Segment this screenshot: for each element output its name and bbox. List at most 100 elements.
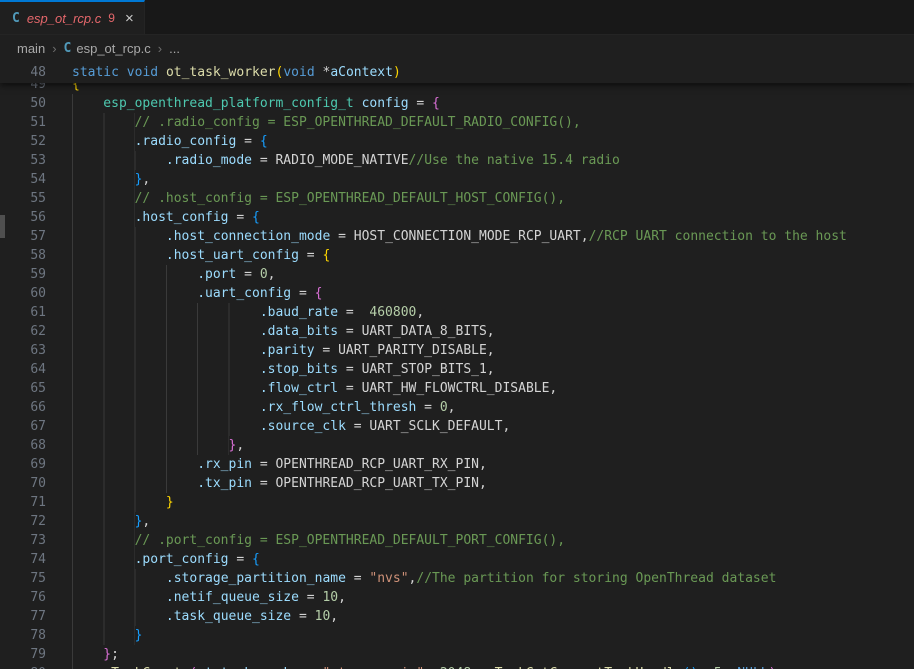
line-number[interactable]: 62 [0, 322, 46, 341]
left-sash-handle[interactable] [0, 215, 5, 238]
editor-code-area[interactable]: 48static void ot_task_worker(void *aCont… [0, 61, 914, 669]
line-number[interactable]: 48 [0, 63, 46, 82]
token [119, 63, 127, 82]
code-text: .port_config = { [72, 550, 260, 569]
code-line[interactable]: 53.radio_mode = RADIO_MODE_NATIVE//Use t… [0, 151, 914, 170]
line-number[interactable]: 69 [0, 455, 46, 474]
code-line[interactable]: 61.baud_rate = 460800, [0, 303, 914, 322]
indent-guides [72, 626, 135, 645]
line-number[interactable]: 73 [0, 531, 46, 550]
code-text: } [72, 626, 142, 645]
line-number[interactable]: 55 [0, 189, 46, 208]
line-number[interactable]: 57 [0, 227, 46, 246]
line-number[interactable]: 79 [0, 645, 46, 664]
token: .radio_mode [166, 151, 252, 170]
code-line[interactable]: 59.port = 0, [0, 265, 914, 284]
code-line[interactable]: 64.stop_bits = UART_STOP_BITS_1, [0, 360, 914, 379]
token: ; [776, 664, 784, 669]
line-number[interactable]: 52 [0, 132, 46, 151]
token: UART_DATA_8_BITS, [362, 322, 495, 341]
line-number[interactable]: 50 [0, 94, 46, 113]
breadcrumb-item-file[interactable]: C esp_ot_rcp.c [64, 41, 151, 56]
code-line[interactable]: 52.radio_config = { [0, 132, 914, 151]
line-number[interactable]: 71 [0, 493, 46, 512]
code-line[interactable]: 73// .port_config = ESP_OPENTHREAD_DEFAU… [0, 531, 914, 550]
tab-esp-ot-rcp[interactable]: C esp_ot_rcp.c 9 × [0, 0, 145, 34]
indent-guides [72, 474, 197, 493]
line-number[interactable]: 61 [0, 303, 46, 322]
token: = [315, 341, 338, 360]
token: //The partition for storing OpenThread d… [416, 569, 776, 588]
token: = [338, 360, 361, 379]
token: { [260, 132, 268, 151]
line-number[interactable]: 68 [0, 436, 46, 455]
line-number[interactable]: 67 [0, 417, 46, 436]
line-number[interactable]: 77 [0, 607, 46, 626]
token: } [135, 512, 143, 531]
code-line[interactable]: 71} [0, 493, 914, 512]
code-line[interactable]: 62.data_bits = UART_DATA_8_BITS, [0, 322, 914, 341]
line-number[interactable]: 59 [0, 265, 46, 284]
token: 10 [322, 588, 338, 607]
code-line[interactable]: 80xTaskCreate(ot_task_worker, "ot_rcp_ma… [0, 664, 914, 669]
token: ( [276, 63, 284, 82]
breadcrumb-item-symbol-ellipsis[interactable]: ... [169, 41, 180, 56]
code-line[interactable]: 65.flow_ctrl = UART_HW_FLOWCTRL_DISABLE, [0, 379, 914, 398]
line-number[interactable]: 63 [0, 341, 46, 360]
token: } [135, 626, 143, 645]
line-number[interactable]: 75 [0, 569, 46, 588]
line-number[interactable]: 70 [0, 474, 46, 493]
code-line[interactable]: 67.source_clk = UART_SCLK_DEFAULT, [0, 417, 914, 436]
token: , [698, 664, 714, 669]
sticky-scroll-line[interactable]: 48static void ot_task_worker(void *aCont… [0, 61, 914, 83]
line-number[interactable]: 56 [0, 208, 46, 227]
code-line[interactable]: 50esp_openthread_platform_config_t confi… [0, 94, 914, 113]
code-line[interactable]: 55// .host_config = ESP_OPENTHREAD_DEFAU… [0, 189, 914, 208]
code-line[interactable]: 66.rx_flow_ctrl_thresh = 0, [0, 398, 914, 417]
token: } [103, 645, 111, 664]
line-number[interactable]: 51 [0, 113, 46, 132]
line-number[interactable]: 58 [0, 246, 46, 265]
breadcrumb-item-main[interactable]: main [17, 41, 45, 56]
code-text: .uart_config = { [72, 284, 322, 303]
line-number[interactable]: 78 [0, 626, 46, 645]
code-line[interactable]: 75.storage_partition_name = "nvs",//The … [0, 569, 914, 588]
token: OPENTHREAD_RCP_UART_TX_PIN, [275, 474, 486, 493]
token: xTaskGetCurrentTaskHandle [487, 664, 683, 669]
code-line[interactable]: 56.host_config = { [0, 208, 914, 227]
code-line[interactable]: 48static void ot_task_worker(void *aCont… [0, 63, 914, 82]
line-number[interactable]: 54 [0, 170, 46, 189]
code-line[interactable]: 58.host_uart_config = { [0, 246, 914, 265]
editor-tab-bar: C esp_ot_rcp.c 9 × [0, 0, 914, 35]
token: config [362, 94, 409, 113]
line-number[interactable]: 72 [0, 512, 46, 531]
line-number[interactable]: 64 [0, 360, 46, 379]
code-line[interactable]: 77.task_queue_size = 10, [0, 607, 914, 626]
line-number[interactable]: 60 [0, 284, 46, 303]
code-lines[interactable]: 49{50esp_openthread_platform_config_t co… [0, 75, 914, 669]
code-line[interactable]: 57.host_connection_mode = HOST_CONNECTIO… [0, 227, 914, 246]
tab-close-icon[interactable]: × [125, 11, 134, 26]
line-number[interactable]: 80 [0, 664, 46, 669]
code-line[interactable]: 60 .uart_config = { [0, 284, 914, 303]
code-line[interactable]: 74 .port_config = { [0, 550, 914, 569]
line-number[interactable]: 66 [0, 398, 46, 417]
code-line[interactable]: 78} [0, 626, 914, 645]
code-line[interactable]: 76.netif_queue_size = 10, [0, 588, 914, 607]
code-line[interactable]: 68}, [0, 436, 914, 455]
code-text: .rx_pin = OPENTHREAD_RCP_UART_RX_PIN, [72, 455, 487, 474]
code-line[interactable]: 70.tx_pin = OPENTHREAD_RCP_UART_TX_PIN, [0, 474, 914, 493]
code-line[interactable]: 79}; [0, 645, 914, 664]
code-line[interactable]: 69 .rx_pin = OPENTHREAD_RCP_UART_RX_PIN, [0, 455, 914, 474]
code-line[interactable]: 54}, [0, 170, 914, 189]
token: .source_clk [260, 417, 346, 436]
code-line[interactable]: 72}, [0, 512, 914, 531]
line-number[interactable]: 74 [0, 550, 46, 569]
token: .rx_pin [197, 455, 252, 474]
line-number[interactable]: 65 [0, 379, 46, 398]
code-line[interactable]: 63.parity = UART_PARITY_DISABLE, [0, 341, 914, 360]
line-number[interactable]: 53 [0, 151, 46, 170]
token: , [268, 265, 276, 284]
line-number[interactable]: 76 [0, 588, 46, 607]
code-line[interactable]: 51// .radio_config = ESP_OPENTHREAD_DEFA… [0, 113, 914, 132]
